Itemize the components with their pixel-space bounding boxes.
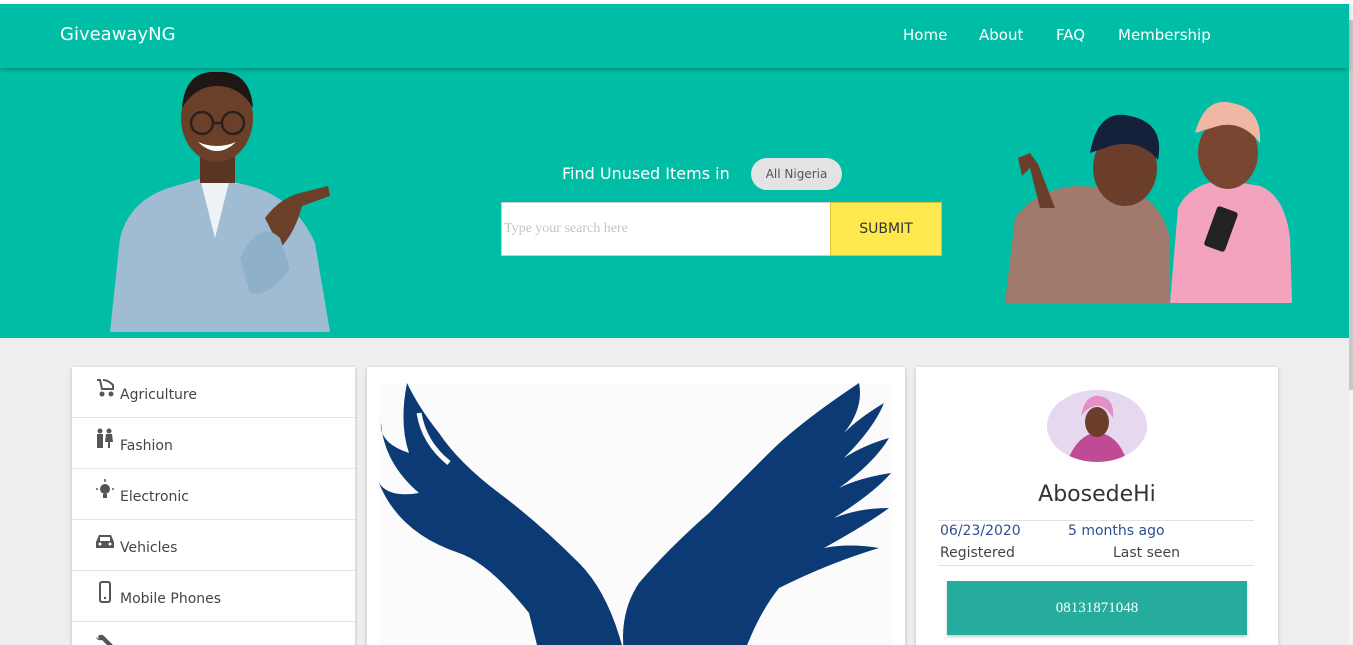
navbar: GiveawayNG Home About FAQ Membership — [0, 4, 1349, 68]
seller-profile-card: AbosedeHi 06/23/2020 5 months ago Regist… — [916, 367, 1278, 645]
nav-about-link[interactable]: About — [979, 26, 1023, 44]
phone-number-button[interactable]: 08131871048 — [947, 581, 1247, 635]
divider — [938, 520, 1254, 521]
username: AbosedeHi — [1038, 482, 1156, 507]
women-celebrating-photo — [1005, 101, 1292, 303]
nav-membership-link[interactable]: Membership — [1118, 26, 1211, 44]
registered-date: 06/23/2020 — [940, 523, 1021, 539]
nav-faq-link[interactable]: FAQ — [1056, 26, 1085, 44]
last-seen-label: Last seen — [1113, 545, 1181, 561]
wrench-icon — [96, 634, 113, 645]
category-vehicles[interactable]: Vehicles — [72, 520, 355, 571]
man-pointing-photo — [110, 71, 330, 332]
category-electronic[interactable]: Electronic — [72, 469, 355, 520]
eagle-logo-image — [379, 383, 891, 645]
submit-button[interactable]: SUBMIT — [830, 202, 942, 256]
find-items-text: Find Unused Items in — [562, 164, 730, 183]
category-label: Mobile Phones — [120, 591, 222, 607]
listing-image-panel — [367, 367, 905, 645]
avatar[interactable] — [1047, 390, 1147, 462]
car-icon — [96, 535, 114, 548]
registered-label: Registered — [940, 545, 1015, 561]
stroller-icon — [97, 379, 114, 397]
category-label: Agriculture — [120, 387, 197, 403]
category-label: Vehicles — [120, 540, 178, 556]
category-tools[interactable] — [72, 622, 355, 645]
nav-home-link[interactable]: Home — [903, 26, 947, 44]
search-input[interactable] — [501, 202, 831, 256]
people-icon — [97, 428, 113, 448]
mobile-phone-icon — [99, 581, 111, 603]
divider — [938, 565, 1254, 566]
category-label: Electronic — [120, 489, 190, 505]
category-mobile-phones[interactable]: Mobile Phones — [72, 571, 355, 622]
category-label: Fashion — [120, 438, 173, 454]
hero-banner: Find Unused Items in All Nigeria SUBMIT — [0, 68, 1349, 338]
last-seen-value: 5 months ago — [1068, 523, 1165, 539]
category-agriculture[interactable]: Agriculture — [72, 367, 355, 418]
category-list: Agriculture Fashion Electronic Vehicles … — [72, 367, 355, 645]
listing-image[interactable] — [379, 383, 893, 645]
category-fashion[interactable]: Fashion — [72, 418, 355, 469]
location-selector[interactable]: All Nigeria — [751, 158, 842, 190]
lightbulb-icon — [96, 479, 114, 498]
brand-logo[interactable]: GiveawayNG — [60, 24, 176, 45]
scrollbar-thumb[interactable] — [1349, 20, 1353, 390]
